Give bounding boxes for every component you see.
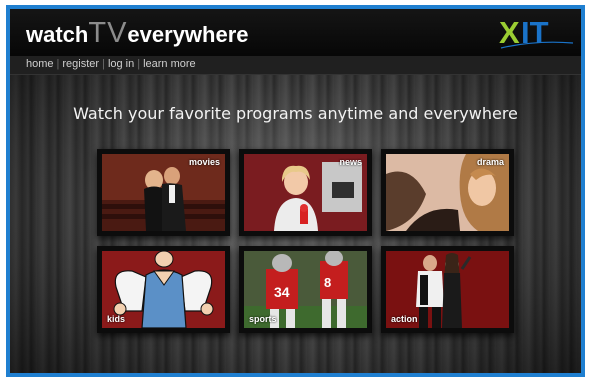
- wood-background-stage: Watch your favorite programs anytime and…: [10, 75, 581, 373]
- nav-separator: |: [102, 58, 105, 70]
- brand-part-tv: TV: [88, 17, 128, 49]
- nav-register-link[interactable]: register: [62, 58, 99, 70]
- logo-letters-it: IT: [521, 15, 549, 50]
- nav-separator: |: [137, 58, 141, 70]
- brand-part-everywhere: everywhere: [127, 22, 249, 47]
- tile-label-news: news: [339, 157, 362, 167]
- category-tile-drama[interactable]: drama: [381, 149, 514, 236]
- xit-logo: X IT: [499, 15, 574, 50]
- nav-home-link[interactable]: home: [26, 58, 54, 70]
- page-headline: Watch your favorite programs anytime and…: [73, 104, 518, 123]
- tile-label-drama: drama: [476, 157, 504, 167]
- nav-separator: |: [56, 58, 60, 70]
- brand-part-watch: watch: [26, 22, 89, 47]
- category-tile-action[interactable]: action: [381, 246, 514, 333]
- category-tile-news[interactable]: news: [239, 149, 372, 236]
- svg-text:34: 34: [274, 284, 290, 300]
- site-header: watchTVeverywhere X IT: [10, 9, 581, 58]
- nav-learn-more-link[interactable]: learn more: [143, 58, 196, 70]
- svg-text:8: 8: [324, 275, 331, 290]
- category-tile-movies[interactable]: movies: [97, 149, 230, 236]
- category-tile-kids[interactable]: kids: [97, 246, 230, 333]
- tile-label-kids: kids: [107, 314, 126, 324]
- nav-login-link[interactable]: log in: [108, 58, 134, 70]
- tile-label-movies: movies: [188, 157, 220, 167]
- tile-label-action: action: [391, 314, 418, 324]
- app-frame: watchTVeverywhere X IT home | register | log…: [6, 5, 585, 377]
- site-brand[interactable]: watchTVeverywhere: [26, 19, 249, 51]
- top-nav: home | register | log in | learn more: [10, 56, 581, 75]
- tile-label-sports: sports: [249, 314, 277, 324]
- category-tile-sports[interactable]: 34 8 sports: [239, 246, 372, 333]
